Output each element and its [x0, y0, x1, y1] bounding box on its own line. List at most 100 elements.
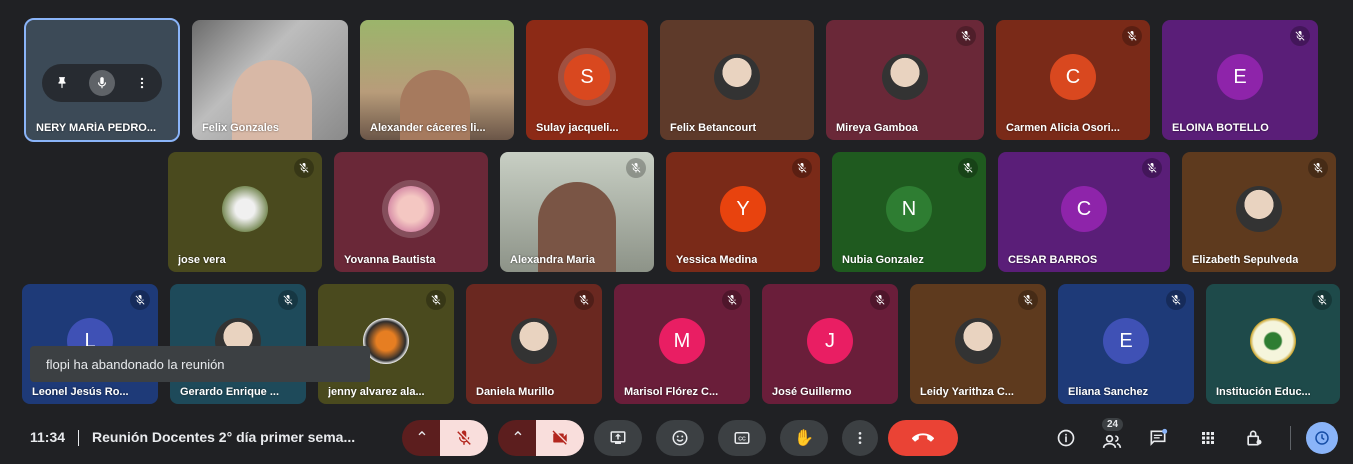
participant-name: Institución Educ... — [1216, 386, 1311, 398]
pin-icon[interactable] — [49, 70, 75, 96]
participant-tile[interactable]: S Sulay jacqueli... — [526, 20, 648, 140]
participant-name: jose vera — [178, 254, 226, 266]
participant-name: Nubia Gonzalez — [842, 254, 924, 266]
self-tile-controls — [42, 64, 162, 102]
host-controls-button[interactable] — [1238, 422, 1270, 454]
present-icon — [610, 431, 626, 444]
participant-tile[interactable]: Felix Gonzales — [192, 20, 348, 140]
avatar: C — [1061, 186, 1107, 232]
participant-tile[interactable]: L Leonel Jesús Ro... — [22, 284, 158, 404]
participant-tile[interactable]: Leidy Yarithza C... — [910, 284, 1046, 404]
participant-tile[interactable]: Mireya Gamboa — [826, 20, 984, 140]
emoji-icon — [672, 430, 688, 446]
timer-button[interactable] — [1306, 422, 1338, 454]
more-vert-icon[interactable] — [129, 70, 155, 96]
participant-tile[interactable]: Elizabeth Sepulveda — [1182, 152, 1336, 272]
more-options-button[interactable] — [842, 420, 878, 456]
mic-off-icon — [426, 290, 446, 310]
mic-off-icon — [956, 26, 976, 46]
participant-name: Sulay jacqueli... — [536, 122, 619, 134]
chat-button[interactable] — [1142, 422, 1174, 454]
mic-off-icon — [1018, 290, 1038, 310]
camera-toggle-button[interactable] — [536, 420, 584, 456]
leave-call-button[interactable] — [888, 420, 958, 456]
participant-tile[interactable]: jose vera — [168, 152, 322, 272]
avatar — [955, 318, 1001, 364]
participant-tile[interactable]: C Carmen Alicia Osori... — [996, 20, 1150, 140]
participant-tile[interactable]: J José Guillermo — [762, 284, 898, 404]
bottom-control-bar: 11:34 Reunión Docentes 2° día primer sem… — [0, 416, 1353, 464]
camera-options-button[interactable]: ⌃ — [498, 420, 538, 456]
mic-off-icon — [294, 158, 314, 178]
participant-tile[interactable]: Alexandra Maria — [500, 152, 654, 272]
info-icon — [1057, 429, 1075, 447]
avatar — [511, 318, 557, 364]
more-vert-icon — [858, 432, 862, 444]
participant-name: NERY MARÍA PEDRO... — [36, 122, 156, 134]
mic-off-icon — [1308, 158, 1328, 178]
participant-tile[interactable]: E Eliana Sanchez — [1058, 284, 1194, 404]
closed-captions-icon: CC — [734, 432, 750, 444]
participant-name: Felix Betancourt — [670, 122, 757, 134]
mic-options-button[interactable]: ⌃ — [402, 420, 442, 456]
divider — [1290, 426, 1291, 450]
hang-up-icon — [912, 433, 934, 442]
participant-name: Felix Gonzales — [202, 122, 280, 134]
mic-off-icon — [130, 290, 150, 310]
avatar: E — [1217, 54, 1263, 100]
apps-grid-icon — [1202, 432, 1214, 444]
avatar — [388, 186, 434, 232]
participant-tile[interactable]: Y Yessica Medina — [666, 152, 820, 272]
meeting-info-button[interactable] — [1050, 422, 1082, 454]
participant-name: Gerardo Enrique ... — [180, 386, 280, 398]
participant-name: Leidy Yarithza C... — [920, 386, 1014, 398]
participant-tile[interactable]: Institución Educ... — [1206, 284, 1340, 404]
avatar — [882, 54, 928, 100]
participant-tile[interactable]: jenny alvarez ala... — [318, 284, 454, 404]
participant-name: Yessica Medina — [676, 254, 758, 266]
mic-off-icon — [574, 290, 594, 310]
mic-off-icon — [1290, 26, 1310, 46]
people-button[interactable]: 24 — [1096, 418, 1128, 454]
participant-tile[interactable]: C CESAR BARROS — [998, 152, 1170, 272]
avatar: N — [886, 186, 932, 232]
avatar — [1236, 186, 1282, 232]
participant-name: Alexandra Maria — [510, 254, 595, 266]
participant-tile[interactable]: Gerardo Enrique ... — [170, 284, 306, 404]
participant-tile[interactable]: Daniela Murillo — [466, 284, 602, 404]
participant-tile[interactable]: E ELOINA BOTELLO — [1162, 20, 1318, 140]
participant-name: Elizabeth Sepulveda — [1192, 254, 1299, 266]
mic-off-icon — [278, 290, 298, 310]
raise-hand-button[interactable]: ✋ — [780, 420, 828, 456]
participant-tile[interactable]: Alexander cáceres li... — [360, 20, 514, 140]
mic-toggle-button[interactable] — [440, 420, 488, 456]
participant-tile-self[interactable]: NERY MARÍA PEDRO... — [24, 18, 180, 142]
avatar: C — [1050, 54, 1096, 100]
participant-name: jenny alvarez ala... — [328, 386, 425, 398]
participant-name: Eliana Sanchez — [1068, 386, 1149, 398]
avatar: Y — [720, 186, 766, 232]
avatar: J — [807, 318, 853, 364]
activities-button[interactable] — [1192, 422, 1224, 454]
chevron-up-icon: ⌃ — [415, 430, 429, 447]
participant-tile[interactable]: Yovanna Bautista — [334, 152, 488, 272]
participant-tile[interactable]: N Nubia Gonzalez — [832, 152, 986, 272]
meeting-title: Reunión Docentes 2° día primer sema... — [92, 429, 356, 445]
mic-icon[interactable] — [89, 70, 115, 96]
chat-icon — [1150, 428, 1168, 446]
avatar: E — [1103, 318, 1149, 364]
avatar: M — [659, 318, 705, 364]
notification-toast: flopi ha abandonado la reunión — [30, 346, 370, 382]
people-icon — [1102, 434, 1122, 448]
participant-tile[interactable]: M Marisol Flórez C... — [614, 284, 750, 404]
clock: 11:34 — [30, 429, 66, 445]
participant-name: Marisol Flórez C... — [624, 386, 719, 398]
captions-button[interactable]: CC — [718, 420, 766, 456]
participant-tile[interactable]: Felix Betancourt — [660, 20, 814, 140]
participant-name: Leonel Jesús Ro... — [32, 386, 129, 398]
avatar — [222, 186, 268, 232]
avatar — [714, 54, 760, 100]
present-screen-button[interactable] — [594, 420, 642, 456]
chevron-up-icon: ⌃ — [511, 430, 525, 447]
reactions-button[interactable] — [656, 420, 704, 456]
